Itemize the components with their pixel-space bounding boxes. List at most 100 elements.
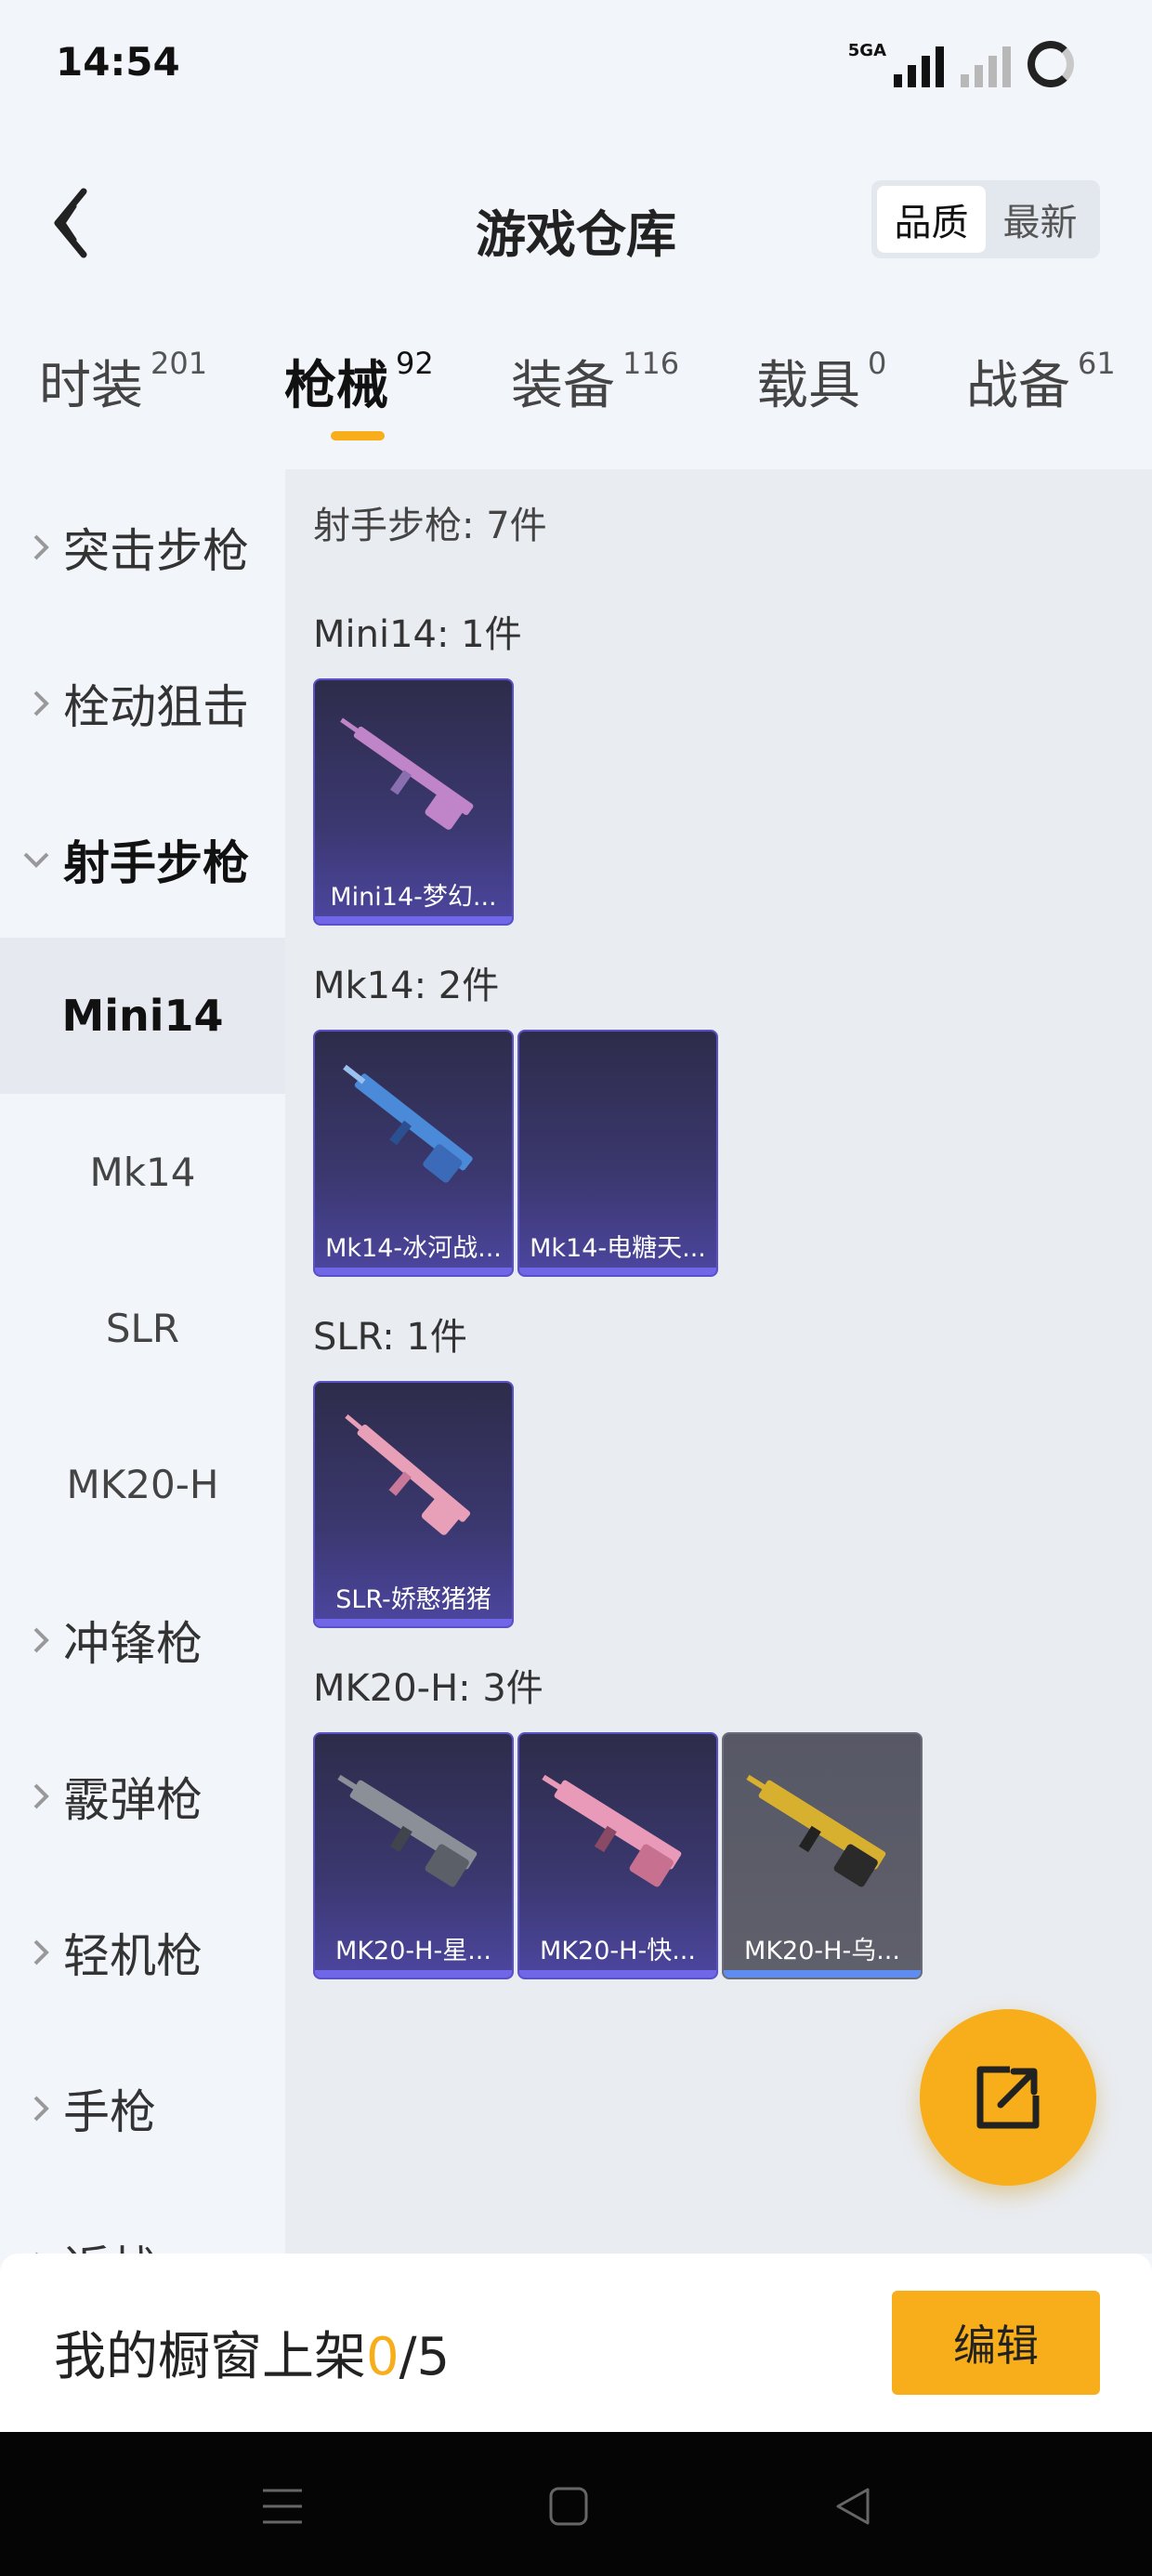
tab-equipment[interactable]: 装备 116 xyxy=(511,344,679,419)
sort-option-newest[interactable]: 最新 xyxy=(986,186,1094,253)
back-icon xyxy=(836,2488,870,2525)
edit-button[interactable]: 编辑 xyxy=(892,2291,1100,2395)
tab-fashion[interactable]: 时装 201 xyxy=(39,344,207,419)
sidebar-item-label: 近战 xyxy=(63,2231,156,2254)
rifle-icon xyxy=(345,1413,471,1535)
weapon-name: Mk14-电糖天... xyxy=(530,1234,706,1263)
sidebar-item-label: 突击步枪 xyxy=(63,524,249,578)
battery-ring-icon xyxy=(1028,41,1074,87)
tab-supplies[interactable]: 战备 61 xyxy=(966,344,1116,419)
status-icons: 5GA xyxy=(848,41,1074,87)
header: 游戏仓库 品质 最新 xyxy=(0,167,1152,279)
back-button[interactable] xyxy=(28,181,111,265)
bottom-bar: 我的橱窗上架 0 /5 编辑 xyxy=(0,2254,1152,2432)
chevron-right-icon xyxy=(9,1939,50,1966)
sidebar: 突击步枪 栓动狙击 射手步枪 Mini14 Mk14 SLR MK20-H 冲锋… xyxy=(0,469,285,2254)
rifle-icon xyxy=(340,717,474,830)
menu-icon xyxy=(263,2489,302,2524)
tab-count: 201 xyxy=(151,346,208,381)
weapon-name: SLR-娇憨猪猪 xyxy=(335,1585,491,1614)
sort-toggle: 品质 最新 xyxy=(871,180,1100,258)
group-title: MK20-H: 3件 xyxy=(313,1667,543,1710)
rifle-icon xyxy=(343,1064,473,1183)
tab-count: 61 xyxy=(1078,346,1116,381)
sidebar-item-label: 射手步枪 xyxy=(63,836,249,890)
weapon-card[interactable]: MK20-H-快... xyxy=(517,1732,718,1979)
tab-label: 枪械 xyxy=(284,356,388,416)
weapon-name: MK20-H-乌... xyxy=(744,1937,900,1965)
sidebar-item-pistol[interactable]: 手枪 xyxy=(0,2031,285,2187)
content-panel: 射手步枪: 7件 Mini14: 1件 Mini14-梦幻... Mk14: 2… xyxy=(285,469,1152,2254)
tab-label: 战备 xyxy=(966,356,1070,416)
sort-option-quality[interactable]: 品质 xyxy=(877,186,986,253)
chevron-right-icon xyxy=(9,1782,50,1810)
status-bar: 14:54 5GA xyxy=(0,0,1152,139)
sidebar-item-assault-rifle[interactable]: 突击步枪 xyxy=(0,469,285,625)
chevron-right-icon xyxy=(9,533,50,561)
sidebar-item-label: 霰弹枪 xyxy=(63,1773,203,1827)
tab-label: 装备 xyxy=(511,356,615,416)
active-tab-indicator xyxy=(331,431,385,440)
chevron-right-icon xyxy=(9,2095,50,2123)
home-icon xyxy=(549,2487,588,2526)
rifle-icon xyxy=(337,1774,478,1887)
sidebar-item-label: MK20-H xyxy=(66,1461,219,1507)
rifle-icon xyxy=(746,1774,886,1887)
group-title: Mini14: 1件 xyxy=(313,613,522,656)
share-external-icon xyxy=(976,2066,1040,2129)
share-fab-button[interactable] xyxy=(920,2009,1096,2186)
rifle-icon xyxy=(542,1774,682,1887)
system-nav-bar xyxy=(0,2432,1152,2576)
weapon-card[interactable]: Mk14-冰河战... xyxy=(313,1030,514,1277)
sidebar-item-melee[interactable]: 近战 xyxy=(0,2187,285,2254)
tab-count: 92 xyxy=(396,346,434,381)
sidebar-item-shotgun[interactable]: 霰弹枪 xyxy=(0,1718,285,1874)
chevron-left-icon xyxy=(54,188,87,258)
tab-guns[interactable]: 枪械 92 xyxy=(284,344,434,419)
sidebar-subitem-mk20h[interactable]: MK20-H xyxy=(0,1406,285,1562)
showcase-status: 我的橱窗上架 0 /5 xyxy=(54,2315,450,2390)
sidebar-subitem-mini14[interactable]: Mini14 xyxy=(0,938,285,1094)
sidebar-subitem-slr[interactable]: SLR xyxy=(0,1250,285,1406)
weapon-card[interactable]: Mini14-梦幻... xyxy=(313,678,514,926)
showcase-total: /5 xyxy=(399,2327,451,2387)
signal-nosim-icon xyxy=(961,45,1011,87)
sidebar-item-smg[interactable]: 冲锋枪 xyxy=(0,1562,285,1718)
network-label: 5GA xyxy=(847,41,886,60)
chevron-down-icon xyxy=(9,850,50,869)
sidebar-item-label: 轻机枪 xyxy=(63,1929,203,1983)
weapon-card[interactable]: MK20-H-星... xyxy=(313,1732,514,1979)
tab-label: 时装 xyxy=(39,356,143,416)
sidebar-item-bolt-sniper[interactable]: 栓动狙击 xyxy=(0,625,285,782)
tab-label: 载具 xyxy=(756,356,860,416)
back-nav-button[interactable] xyxy=(816,2469,890,2543)
chevron-right-icon xyxy=(9,690,50,717)
category-tabs: 时装 201 枪械 92 装备 116 载具 0 战备 61 xyxy=(0,344,1152,446)
weapon-card[interactable]: MK20-H-乌... xyxy=(722,1732,923,1979)
weapon-card[interactable]: SLR-娇憨猪猪 xyxy=(313,1381,514,1628)
weapon-card[interactable]: Mk14-电糖天... xyxy=(517,1030,718,1277)
signal-5ga-icon xyxy=(894,45,944,87)
weapon-name: MK20-H-星... xyxy=(335,1937,491,1965)
sidebar-item-label: 冲锋枪 xyxy=(63,1617,203,1671)
menu-button[interactable] xyxy=(245,2469,320,2543)
chevron-right-icon xyxy=(9,1626,50,1654)
status-time: 14:54 xyxy=(56,39,180,85)
tab-count: 116 xyxy=(622,346,680,381)
home-button[interactable] xyxy=(531,2469,606,2543)
group-title: SLR: 1件 xyxy=(313,1316,467,1359)
showcase-label: 我的橱窗上架 xyxy=(54,2327,366,2387)
sidebar-item-label: 栓动狙击 xyxy=(63,680,249,734)
sidebar-item-lmg[interactable]: 轻机枪 xyxy=(0,1874,285,2031)
weapon-name: Mk14-冰河战... xyxy=(325,1234,502,1263)
weapon-name: MK20-H-快... xyxy=(540,1937,696,1965)
sidebar-subitem-mk14[interactable]: Mk14 xyxy=(0,1094,285,1250)
group-title: Mk14: 2件 xyxy=(313,965,500,1007)
tab-vehicles[interactable]: 载具 0 xyxy=(756,344,886,419)
showcase-count: 0 xyxy=(366,2327,399,2387)
sidebar-item-label: Mini14 xyxy=(61,991,224,1041)
sidebar-item-label: 手枪 xyxy=(63,2085,156,2139)
sidebar-item-label: SLR xyxy=(105,1305,180,1351)
section-title: 射手步枪: 7件 xyxy=(313,505,547,547)
sidebar-item-marksman-rifle[interactable]: 射手步枪 xyxy=(0,782,285,938)
